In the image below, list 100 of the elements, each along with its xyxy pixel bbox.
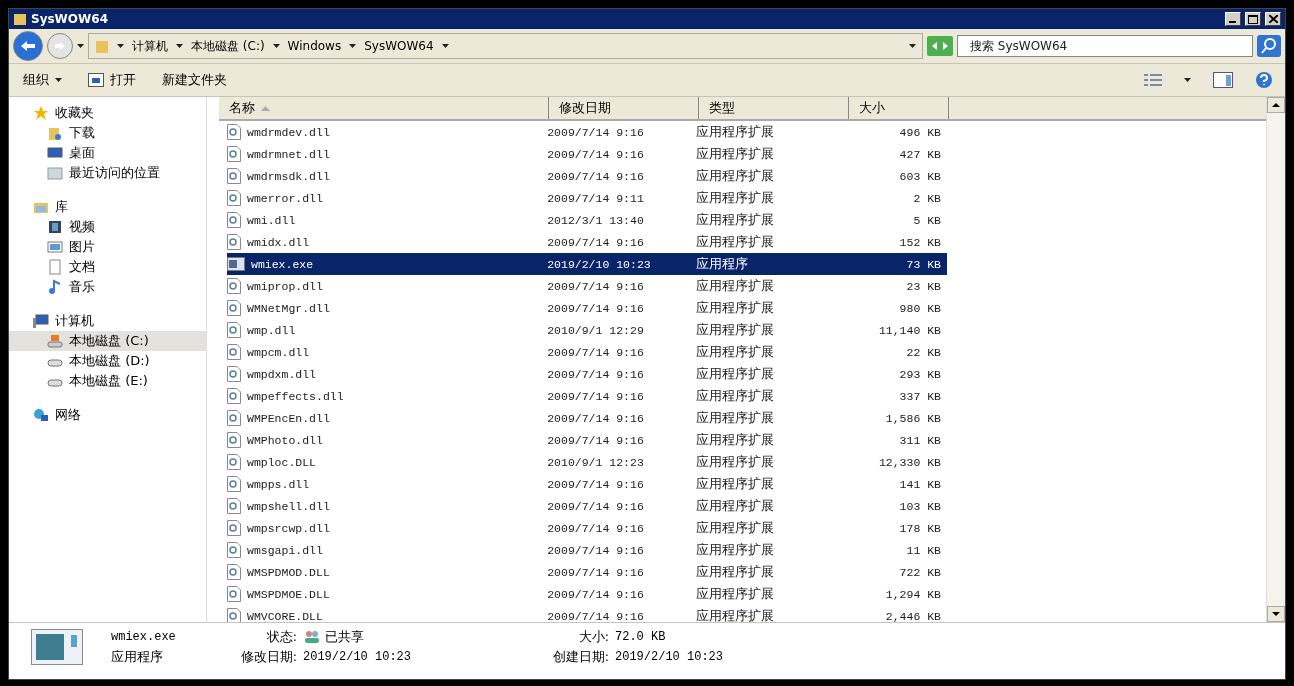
search-field[interactable]: 搜索 SysWOW64	[957, 35, 1253, 57]
sidebar-item[interactable]: 本地磁盘 (D:)	[9, 351, 206, 371]
file-row[interactable]: wmerror.dll 2009/7/14 9:11 应用程序扩展 2 KB	[227, 187, 947, 209]
sort-arrow-icon	[261, 105, 270, 111]
file-row[interactable]: WMPhoto.dll 2009/7/14 9:16 应用程序扩展 311 KB	[227, 429, 947, 451]
gear-file-icon	[227, 388, 241, 404]
refresh-icon[interactable]	[927, 36, 953, 56]
name-cell: wmiprop.dll	[227, 278, 548, 294]
file-row[interactable]: wmpeffects.dll 2009/7/14 9:16 应用程序扩展 337 KB	[227, 385, 947, 407]
file-row[interactable]: WMPEncEn.dll 2009/7/14 9:16 应用程序扩展 1,586 KB	[227, 407, 947, 429]
sidebar-item[interactable]: 本地磁盘 (C:)	[9, 331, 206, 351]
file-row[interactable]: WMNetMgr.dll 2009/7/14 9:16 应用程序扩展 980 KB	[227, 297, 947, 319]
breadcrumb[interactable]: Windows	[287, 39, 342, 53]
breadcrumb[interactable]: 本地磁盘 (C:)	[191, 37, 265, 55]
gear-file-icon	[227, 476, 241, 492]
help-icon[interactable]	[1255, 71, 1273, 89]
gear-file-icon	[227, 498, 241, 514]
name-cell: wmdrmnet.dll	[227, 146, 548, 162]
file-row[interactable]: wmiprop.dll 2009/7/14 9:16 应用程序扩展 23 KB	[227, 275, 947, 297]
date-cell-text: 2009/7/14 9:16	[547, 345, 645, 359]
chevron-icon	[349, 44, 357, 48]
scroll-down-button[interactable]	[1267, 606, 1285, 622]
sidebar-group[interactable]: 收藏夹	[9, 103, 206, 123]
sidebar-group[interactable]: 库	[9, 197, 206, 217]
close-button[interactable]	[1265, 12, 1281, 26]
sidebar-item[interactable]: 图片	[9, 237, 206, 257]
name-cell: wmpshell.dll	[227, 498, 548, 514]
file-row[interactable]: wmidx.dll 2009/7/14 9:16 应用程序扩展 152 KB	[227, 231, 947, 253]
file-row[interactable]: wmpsrcwp.dll 2009/7/14 9:16 应用程序扩展 178 KB	[227, 517, 947, 539]
file-name: wmiex.exe	[111, 630, 177, 644]
size-cell-text: 141 KB	[898, 477, 942, 491]
file-row[interactable]: wmploc.DLL 2010/9/1 12:23 应用程序扩展 12,330 KB	[227, 451, 947, 473]
minimize-button[interactable]	[1225, 12, 1241, 26]
type-cell-text: 应用程序扩展	[696, 321, 776, 339]
sidebar-group[interactable]: 网络	[9, 405, 206, 425]
sidebar-group[interactable]: 计算机	[9, 311, 206, 331]
file-row[interactable]: wmdrmnet.dll 2009/7/14 9:16 应用程序扩展 427 KB	[227, 143, 947, 165]
gear-file-icon	[227, 520, 241, 536]
name-cell: wmidx.dll	[227, 234, 548, 250]
type-cell-text: 应用程序扩展	[696, 211, 776, 229]
back-button[interactable]	[13, 31, 43, 61]
date-cell-text: 2009/7/14 9:16	[547, 389, 645, 403]
file-row[interactable]: wmpps.dll 2009/7/14 9:16 应用程序扩展 141 KB	[227, 473, 947, 495]
new-folder-button[interactable]: 新建文件夹	[160, 69, 229, 91]
gear-file-icon	[227, 564, 241, 580]
forward-button[interactable]	[47, 33, 73, 59]
sidebar-item[interactable]: 音乐	[9, 277, 206, 297]
users-icon	[303, 630, 321, 644]
file-row[interactable]: wmpcm.dll 2009/7/14 9:16 应用程序扩展 22 KB	[227, 341, 947, 363]
drive-icon	[47, 333, 63, 349]
sidebar-item[interactable]: 文档	[9, 257, 206, 277]
date-cell-text: 2009/7/14 9:16	[547, 609, 645, 622]
file-row[interactable]: wmdrmdev.dll 2009/7/14 9:16 应用程序扩展 496 KB	[227, 121, 947, 143]
film-icon	[47, 219, 63, 235]
file-row[interactable]: wmi.dll 2012/3/1 13:40 应用程序扩展 5 KB	[227, 209, 947, 231]
breadcrumb[interactable]: SysWOW64	[364, 39, 434, 53]
sidebar-item[interactable]: 最近访问的位置	[9, 163, 206, 183]
file-row[interactable]: wmiex.exe 2019/2/10 10:23 应用程序 73 KB	[227, 253, 947, 275]
breadcrumb[interactable]: 计算机	[132, 37, 168, 55]
gear-file-icon	[227, 168, 241, 184]
gear-file-icon	[227, 234, 241, 250]
forward-arrow-icon	[54, 41, 66, 51]
file-row[interactable]: wmpshell.dll 2009/7/14 9:16 应用程序扩展 103 KB	[227, 495, 947, 517]
preview-pane-icon[interactable]	[1213, 72, 1233, 88]
open-button[interactable]: 打开	[86, 69, 138, 91]
gear-file-icon	[227, 410, 241, 426]
search-icon[interactable]	[1257, 35, 1281, 57]
organize-menu[interactable]: 组织	[21, 69, 64, 91]
chevron-icon	[441, 44, 449, 48]
chevron-icon	[117, 44, 124, 48]
sidebar-item[interactable]: 视频	[9, 217, 206, 237]
sidebar-item[interactable]: 下载	[9, 123, 206, 143]
type-cell-text: 应用程序扩展	[696, 563, 776, 581]
sidebar-item[interactable]: 本地磁盘 (E:)	[9, 371, 206, 391]
file-type: 应用程序	[111, 648, 164, 666]
name-cell: wmp.dll	[227, 322, 548, 338]
type-cell-text: 应用程序扩展	[696, 497, 776, 515]
gear-file-icon	[227, 366, 241, 382]
close-icon	[1268, 15, 1278, 23]
view-list-icon[interactable]	[1144, 73, 1162, 87]
maximize-button[interactable]	[1245, 12, 1261, 26]
scroll-up-button[interactable]	[1267, 97, 1285, 113]
name-cell: wmpcm.dll	[227, 344, 548, 360]
date-cell-text: 2009/7/14 9:16	[547, 235, 645, 249]
file-row[interactable]: wmsgapi.dll 2009/7/14 9:16 应用程序扩展 11 KB	[227, 539, 947, 561]
date-cell-text: 2009/7/14 9:16	[547, 125, 645, 139]
file-row[interactable]: wmp.dll 2010/9/1 12:29 应用程序扩展 11,140 KB	[227, 319, 947, 341]
type-cell-text: 应用程序扩展	[696, 343, 776, 361]
file-row[interactable]: WMSPDMOD.DLL 2009/7/14 9:16 应用程序扩展 722 KB	[227, 561, 947, 583]
type-cell-text: 应用程序扩展	[696, 607, 776, 622]
dropdown-caret-icon	[909, 44, 916, 48]
file-row[interactable]: WMSPDMOE.DLL 2009/7/14 9:16 应用程序扩展 1,294 KB	[227, 583, 947, 605]
view-caret-icon	[1184, 78, 1191, 82]
file-row[interactable]: wmdrmsdk.dll 2009/7/14 9:16 应用程序扩展 603 KB	[227, 165, 947, 187]
sidebar-item[interactable]: 桌面	[9, 143, 206, 163]
address-bar[interactable]: 计算机 本地磁盘 (C:) Windows SysWOW64	[88, 33, 923, 59]
music-note-icon	[47, 279, 63, 295]
computer-icon	[33, 313, 49, 329]
size-cell-text: 1,586 KB	[884, 411, 942, 425]
file-row[interactable]: wmpdxm.dll 2009/7/14 9:16 应用程序扩展 293 KB	[227, 363, 947, 385]
